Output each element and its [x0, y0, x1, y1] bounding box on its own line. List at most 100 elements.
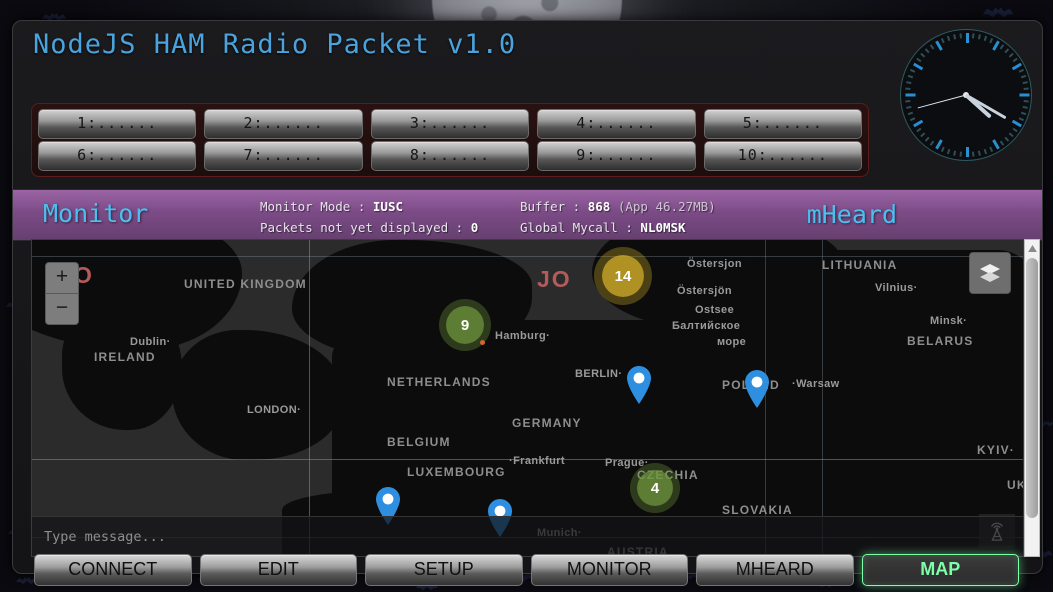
clock-tick — [916, 57, 922, 63]
bat-icon — [980, 6, 1016, 20]
map-city-label: ·Warsaw — [792, 378, 840, 390]
clock-tick — [920, 132, 926, 138]
analog-clock — [900, 29, 1032, 161]
packets-value: 0 — [470, 220, 479, 235]
clock-tick — [999, 44, 1005, 50]
clock-second-hand — [917, 94, 967, 109]
map-country-label: GERMANY — [512, 416, 582, 430]
clock-tick — [905, 87, 911, 91]
nav-connect[interactable]: CONNECT — [34, 554, 192, 586]
clock-tick — [1011, 119, 1022, 128]
clock-tick — [989, 37, 994, 44]
clock-tick — [1008, 52, 1014, 58]
channel-button-1[interactable]: 1:...... — [38, 109, 197, 139]
clock-tick — [924, 48, 930, 54]
clock-tick — [924, 136, 930, 142]
mycall-line: Global Mycall : NL0MSK — [520, 217, 716, 238]
channel-button-4[interactable]: 4:...... — [537, 109, 696, 139]
map-city-label: Prague· — [605, 457, 649, 469]
map-city-label: Minsk· — [930, 315, 968, 327]
map-country-label: UKR — [1007, 478, 1023, 492]
map-country-label: KYIV· — [977, 443, 1016, 457]
clock-tick — [1018, 117, 1025, 122]
grid-line-vertical — [309, 240, 310, 556]
landmass-shape — [62, 300, 182, 430]
mycall-value: NL0MSK — [640, 220, 686, 235]
title-bar: NodeJS HAM Radio Packet v1.0 — [13, 21, 1042, 161]
nav-setup[interactable]: SETUP — [365, 554, 523, 586]
map-cluster-marker[interactable]: 14 — [602, 255, 644, 297]
monitor-status-bar: Monitor mHeard Monitor Mode : IUSC Packe… — [13, 189, 1042, 241]
map-zoom-controls[interactable]: + − — [45, 262, 79, 325]
channel-button-2[interactable]: 2:...... — [204, 109, 363, 139]
clock-tick — [953, 34, 957, 40]
nav-monitor[interactable]: MONITOR — [530, 554, 688, 586]
map-city-label: Vilnius· — [875, 282, 918, 294]
map-city-label: ·Frankfurt — [509, 455, 565, 467]
map-city-label: BERLIN· — [575, 368, 623, 380]
clock-tick — [959, 151, 963, 157]
map-location-pin[interactable] — [625, 365, 653, 405]
map-location-pin[interactable] — [743, 369, 771, 409]
clock-tick — [999, 140, 1005, 146]
nav-edit[interactable]: EDIT — [199, 554, 357, 586]
clock-tick — [946, 148, 951, 155]
map-country-label: LUXEMBOURG — [407, 465, 506, 479]
nav-mheard[interactable]: MHEARD — [696, 554, 854, 586]
map-city-label: Hamburg· — [495, 330, 551, 342]
maidenhead-grid-label: JO — [537, 266, 572, 292]
scroll-up-arrow[interactable] — [1025, 240, 1039, 256]
map-city-label: Ostsee — [695, 304, 735, 316]
channel-button-8[interactable]: 8:...... — [370, 141, 530, 171]
zoom-out-button[interactable]: − — [46, 293, 78, 324]
channel-button-9[interactable]: 9:...... — [537, 141, 696, 171]
bat-glyph — [982, 7, 1014, 18]
clock-tick — [907, 74, 914, 79]
map-pin-glyph — [745, 370, 769, 408]
monitor-mode-label: Monitor Mode : — [260, 199, 366, 214]
clock-tick — [905, 93, 916, 97]
grid-line-vertical — [822, 240, 823, 556]
clock-tick — [1012, 127, 1018, 133]
map-canvas[interactable]: UNITED KINGDOM IRELAND NETHERLANDS BELGIUM L… — [32, 240, 1023, 556]
map-cluster-marker[interactable]: 9 — [446, 306, 484, 344]
chevron-up-icon — [1027, 244, 1037, 252]
clock-tick — [989, 146, 994, 153]
clock-tick — [940, 37, 945, 44]
clock-tick — [983, 148, 988, 155]
app-window: NodeJS HAM Radio Packet v1.0 1:...... 2:.… — [12, 20, 1043, 574]
clock-tick — [906, 81, 912, 85]
map-country-label: SLOVAKIA — [722, 503, 793, 517]
zoom-in-button[interactable]: + — [46, 263, 78, 293]
packets-label: Packets not yet displayed : — [260, 220, 464, 235]
clock-tick — [1019, 93, 1030, 97]
clock-tick — [906, 105, 912, 109]
clock-tick — [1022, 81, 1028, 85]
map-city-label: Балтийское — [672, 320, 741, 332]
clock-tick — [971, 151, 975, 157]
map-city-label: LONDON· — [247, 404, 302, 416]
scrollbar-thumb[interactable] — [1026, 258, 1038, 518]
channel-row-2: 6:...... 7:...... 8:...... 9:...... 10:.....… — [38, 141, 863, 171]
map-cluster-marker[interactable]: 4 — [637, 470, 673, 506]
channel-button-6[interactable]: 6:...... — [38, 141, 197, 171]
clock-tick — [907, 111, 914, 116]
channel-button-5[interactable]: 5:...... — [703, 109, 863, 139]
monitor-info-column-right: Buffer : 868 (App 46.27MB) Global Mycall… — [520, 196, 716, 238]
map-panel[interactable]: UNITED KINGDOM IRELAND NETHERLANDS BELGIUM L… — [31, 239, 1024, 557]
clock-tick — [913, 62, 924, 71]
clock-tick — [1008, 132, 1014, 138]
clock-tick — [1018, 68, 1025, 73]
monitor-info-column-left: Monitor Mode : IUSC Packets not yet disp… — [260, 196, 478, 238]
map-scrollbar[interactable] — [1024, 239, 1040, 557]
channel-button-3[interactable]: 3:...... — [370, 109, 530, 139]
landmass-shape — [172, 330, 342, 460]
nav-map[interactable]: MAP — [861, 554, 1019, 586]
layers-icon[interactable] — [969, 252, 1011, 294]
clock-tick — [920, 52, 926, 58]
channel-button-7[interactable]: 7:...... — [204, 141, 363, 171]
station-dot[interactable] — [480, 340, 485, 345]
clock-tick — [992, 40, 1000, 51]
channel-button-10[interactable]: 10:...... — [703, 141, 863, 171]
map-city-label: Östersjön — [677, 285, 732, 297]
